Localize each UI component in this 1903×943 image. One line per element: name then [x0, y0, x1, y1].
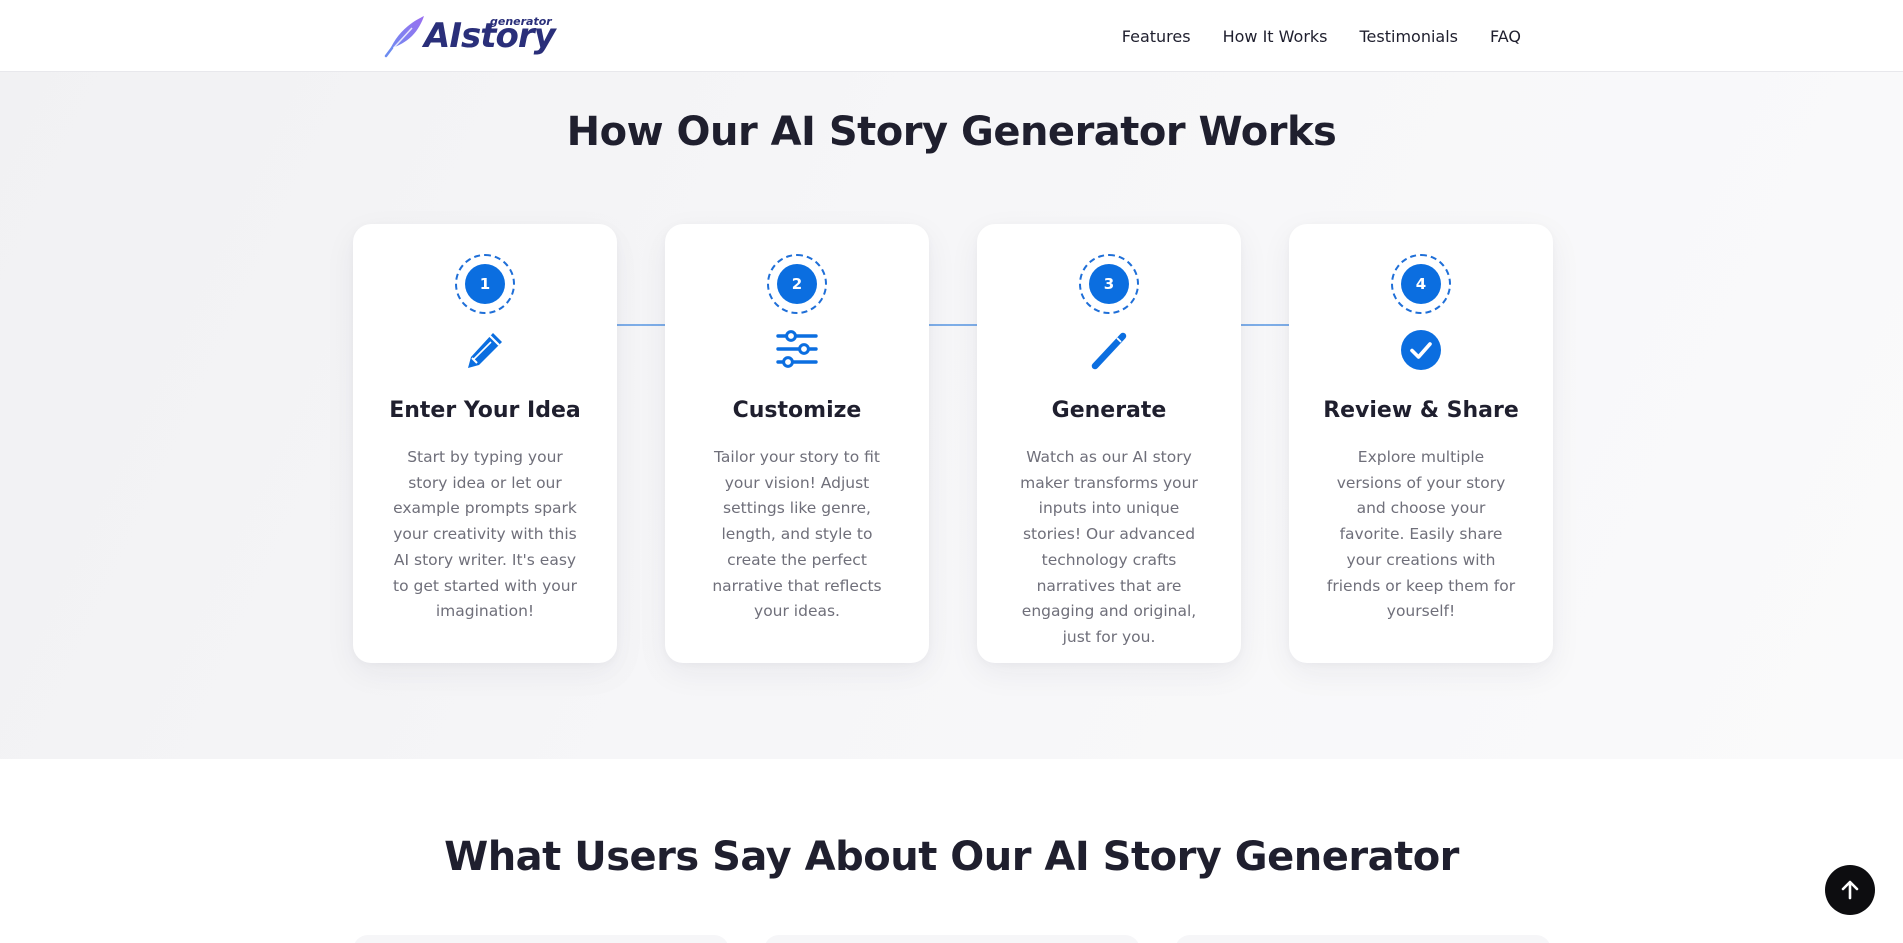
nav-link-features[interactable]: Features [1122, 26, 1191, 48]
check-circle-icon [1401, 330, 1441, 370]
step-number: 2 [777, 264, 817, 304]
step-connector [617, 324, 665, 326]
step-number: 1 [465, 264, 505, 304]
step-description: Tailor your story to fit your vision! Ad… [712, 448, 882, 621]
step-number: 3 [1089, 264, 1129, 304]
step-number-ring: 2 [767, 254, 827, 314]
sliders-icon [776, 330, 818, 368]
step-card-3: 3 Generate Watch as our AI story maker t… [977, 224, 1241, 663]
site-logo[interactable]: generator AIstory [382, 12, 556, 60]
testimonial-card [353, 935, 729, 943]
step-number-ring: 4 [1391, 254, 1451, 314]
feather-icon [384, 16, 424, 58]
step-card-1: 1 Enter Your Idea Start by typing your s… [353, 224, 617, 663]
nav-link-how-it-works[interactable]: How It Works [1223, 26, 1328, 48]
testimonial-card [764, 935, 1140, 943]
pencil-icon [468, 333, 502, 368]
step-number: 4 [1401, 264, 1441, 304]
magic-wand-icon [1091, 332, 1127, 370]
main-nav: Features How It Works Testimonials FAQ [1122, 26, 1521, 48]
step-title: Review & Share [1323, 398, 1519, 423]
step-number-ring: 1 [455, 254, 515, 314]
step-description: Watch as our AI story maker transforms y… [1020, 448, 1198, 646]
step-connector [929, 324, 977, 326]
step-description: Explore multiple versions of your story … [1326, 448, 1516, 621]
scroll-to-top-button[interactable] [1825, 865, 1875, 915]
testimonial-card [1175, 935, 1551, 943]
how-it-works-section: How Our AI Story Generator Works 1 Enter… [0, 72, 1903, 759]
logo-wordmark: AIstory [424, 16, 556, 56]
section-title: What Users Say About Our AI Story Genera… [444, 834, 1459, 880]
step-title: Enter Your Idea [389, 398, 581, 423]
step-title: Generate [1051, 398, 1167, 423]
arrow-up-icon [1841, 880, 1859, 900]
step-card-2: 2 Customize Tailor your story to fit you… [665, 224, 929, 663]
site-header: generator AIstory Features How It Works … [0, 0, 1903, 72]
nav-link-faq[interactable]: FAQ [1490, 26, 1521, 48]
step-number-ring: 3 [1079, 254, 1139, 314]
step-card-4: 4 Review & Share Explore multiple versio… [1289, 224, 1553, 663]
step-title: Customize [732, 398, 862, 423]
step-connector [1241, 324, 1289, 326]
step-description: Start by typing your story idea or let o… [393, 448, 577, 621]
nav-link-testimonials[interactable]: Testimonials [1360, 26, 1459, 48]
section-title: How Our AI Story Generator Works [566, 109, 1337, 155]
testimonials-section: What Users Say About Our AI Story Genera… [0, 759, 1903, 943]
